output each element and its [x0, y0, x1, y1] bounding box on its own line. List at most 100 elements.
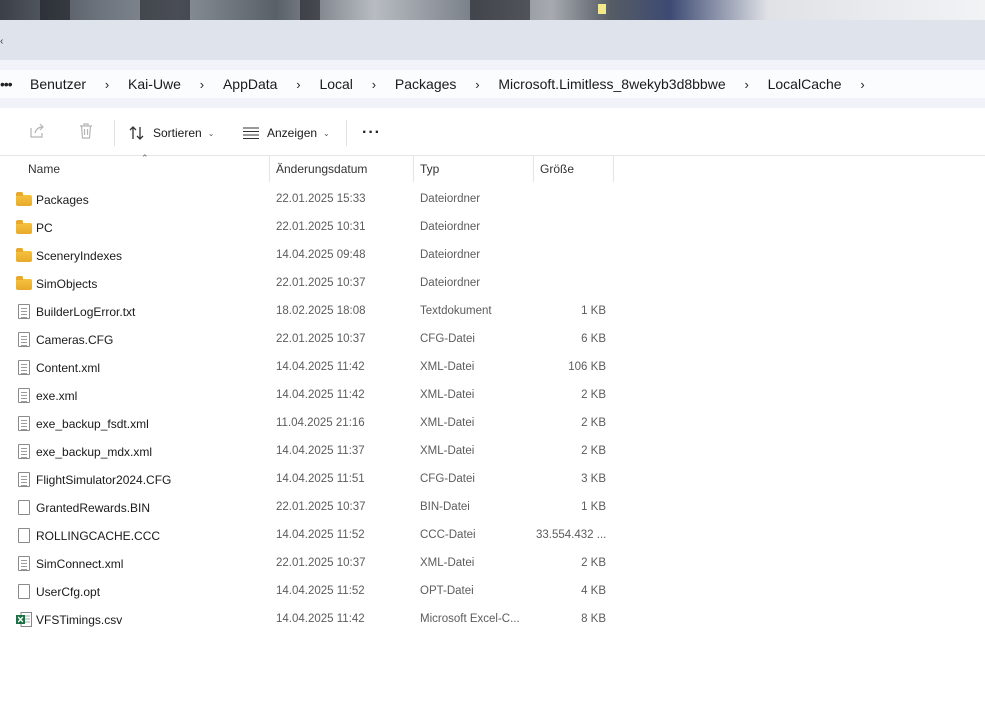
table-row[interactable]: UserCfg.opt 14.04.2025 11:52 OPT-Datei 4 KB — [0, 578, 985, 606]
table-row[interactable]: SimConnect.xml 22.01.2025 10:37 XML-Datei 2… — [0, 550, 985, 578]
file-name: PC — [36, 221, 53, 235]
file-type: BIN-Datei — [420, 501, 470, 513]
file-size: 3 KB — [581, 473, 606, 485]
breadcrumb-chevron-icon[interactable]: › — [367, 77, 381, 92]
file-name: ROLLINGCACHE.CCC — [36, 529, 161, 543]
file-type: CFG-Datei — [420, 473, 475, 485]
breadcrumb-chevron-icon[interactable]: › — [740, 77, 754, 92]
file-size: 2 KB — [581, 557, 606, 569]
breadcrumb-chevron-icon[interactable]: › — [100, 77, 114, 92]
file-date: 22.01.2025 10:37 — [276, 333, 366, 345]
blank-file-icon — [18, 500, 30, 515]
table-row[interactable]: PC 22.01.2025 10:31 Dateiordner — [0, 214, 985, 242]
text-file-icon — [18, 556, 30, 571]
file-type: CCC-Datei — [420, 529, 476, 541]
column-header-date[interactable]: Änderungsdatum — [276, 162, 367, 176]
breadcrumb-item[interactable]: Kai-Uwe — [114, 76, 195, 92]
view-button[interactable]: Anzeigen ⌄ — [242, 122, 330, 144]
more-options-button[interactable]: ··· — [362, 124, 381, 142]
breadcrumb[interactable]: ••• Benutzer › Kai-Uwe › AppData › Local › Packa… — [0, 70, 985, 98]
file-type: Dateiordner — [420, 193, 481, 205]
toolbar-divider — [346, 120, 347, 146]
file-size: 2 KB — [581, 445, 606, 457]
text-file-icon — [18, 472, 30, 487]
blank-file-icon — [18, 528, 30, 543]
folder-icon — [16, 220, 32, 234]
column-header-type[interactable]: Typ — [420, 162, 439, 176]
folder-icon — [16, 192, 32, 206]
share-button[interactable] — [28, 122, 48, 142]
breadcrumb-item[interactable]: Benutzer — [16, 76, 100, 92]
table-row[interactable]: SceneryIndexes 14.04.2025 09:48 Dateiordne… — [0, 242, 985, 270]
desktop-wallpaper-strip — [0, 0, 985, 20]
column-divider[interactable] — [533, 156, 534, 182]
file-date: 11.04.2025 21:16 — [276, 417, 365, 429]
column-header-name[interactable]: Name — [28, 162, 60, 176]
table-row[interactable]: SimObjects 22.01.2025 10:37 Dateiordner — [0, 270, 985, 298]
table-row[interactable]: Cameras.CFG 22.01.2025 10:37 CFG-Datei 6 KB — [0, 326, 985, 354]
table-row[interactable]: Content.xml 14.04.2025 11:42 XML-Datei 106 … — [0, 354, 985, 382]
tab-scroll-left-icon[interactable]: ‹ — [0, 36, 3, 47]
file-name: Packages — [36, 193, 89, 207]
file-type: XML-Datei — [420, 445, 475, 457]
breadcrumb-chevron-icon[interactable]: › — [470, 77, 484, 92]
file-type: XML-Datei — [420, 361, 475, 373]
file-size: 106 KB — [568, 361, 606, 373]
table-row[interactable]: exe.xml 14.04.2025 11:42 XML-Datei 2 KB — [0, 382, 985, 410]
file-date: 22.01.2025 15:33 — [276, 193, 366, 205]
breadcrumb-item[interactable]: Packages — [381, 76, 470, 92]
file-name: SimObjects — [36, 277, 98, 291]
column-divider[interactable] — [413, 156, 414, 182]
file-size: 2 KB — [581, 417, 606, 429]
breadcrumb-chevron-icon[interactable]: › — [856, 77, 870, 92]
column-divider[interactable] — [269, 156, 270, 182]
file-type: CFG-Datei — [420, 333, 475, 345]
breadcrumb-item[interactable]: Microsoft.Limitless_8wekyb3d8bbwe — [484, 76, 739, 92]
chevron-down-icon: ⌄ — [323, 129, 330, 138]
table-row[interactable]: ROLLINGCACHE.CCC 14.04.2025 11:52 CCC-Date… — [0, 522, 985, 550]
file-type: Dateiordner — [420, 249, 481, 261]
delete-button[interactable] — [77, 122, 97, 142]
file-name: UserCfg.opt — [36, 585, 101, 599]
file-date: 14.04.2025 11:52 — [276, 529, 365, 541]
view-label: Anzeigen — [267, 126, 318, 140]
sort-ascending-icon: ⌃ — [141, 153, 149, 163]
breadcrumb-item[interactable]: LocalCache — [754, 76, 856, 92]
file-name: Cameras.CFG — [36, 333, 114, 347]
text-file-icon — [18, 388, 30, 403]
breadcrumb-item[interactable]: AppData — [209, 76, 291, 92]
breadcrumb-chevron-icon[interactable]: › — [195, 77, 209, 92]
table-row[interactable]: exe_backup_mdx.xml 14.04.2025 11:37 XML-Da… — [0, 438, 985, 466]
text-file-icon — [18, 444, 30, 459]
file-date: 14.04.2025 11:42 — [276, 389, 365, 401]
file-name: exe_backup_fsdt.xml — [36, 417, 149, 431]
file-size: 33.554.432 ... — [536, 529, 607, 541]
file-size: 2 KB — [581, 389, 606, 401]
breadcrumb-item[interactable]: Local — [305, 76, 366, 92]
table-row[interactable]: GrantedRewards.BIN 22.01.2025 10:37 BIN-Da… — [0, 494, 985, 522]
column-header-size[interactable]: Größe — [540, 162, 574, 176]
blank-file-icon — [18, 584, 30, 599]
command-bar: Sortieren ⌄ Anzeigen ⌄ ··· — [0, 108, 985, 156]
table-row[interactable]: Packages 22.01.2025 15:33 Dateiordner — [0, 186, 985, 214]
table-row[interactable]: VFSTimings.csv 14.04.2025 11:42 Microsoft … — [0, 606, 985, 634]
file-type: XML-Datei — [420, 417, 475, 429]
file-date: 14.04.2025 11:37 — [276, 445, 365, 457]
sort-button[interactable]: Sortieren ⌄ — [128, 122, 214, 144]
file-name: VFSTimings.csv — [36, 613, 123, 627]
sort-icon — [129, 126, 144, 140]
file-name: BuilderLogError.txt — [36, 305, 136, 319]
file-date: 22.01.2025 10:37 — [276, 277, 366, 289]
table-row[interactable]: FlightSimulator2024.CFG 14.04.2025 11:51 C… — [0, 466, 985, 494]
folder-icon — [16, 276, 32, 290]
file-size: 4 KB — [581, 585, 606, 597]
view-list-icon — [243, 127, 259, 140]
text-file-icon — [18, 332, 30, 347]
breadcrumb-chevron-icon[interactable]: › — [291, 77, 305, 92]
breadcrumb-more-icon[interactable]: ••• — [0, 76, 16, 92]
table-row[interactable]: BuilderLogError.txt 18.02.2025 18:08 Textd… — [0, 298, 985, 326]
table-row[interactable]: exe_backup_fsdt.xml 11.04.2025 21:16 XML-D… — [0, 410, 985, 438]
column-divider[interactable] — [613, 156, 614, 182]
share-icon — [30, 123, 44, 138]
file-date: 22.01.2025 10:31 — [276, 221, 366, 233]
